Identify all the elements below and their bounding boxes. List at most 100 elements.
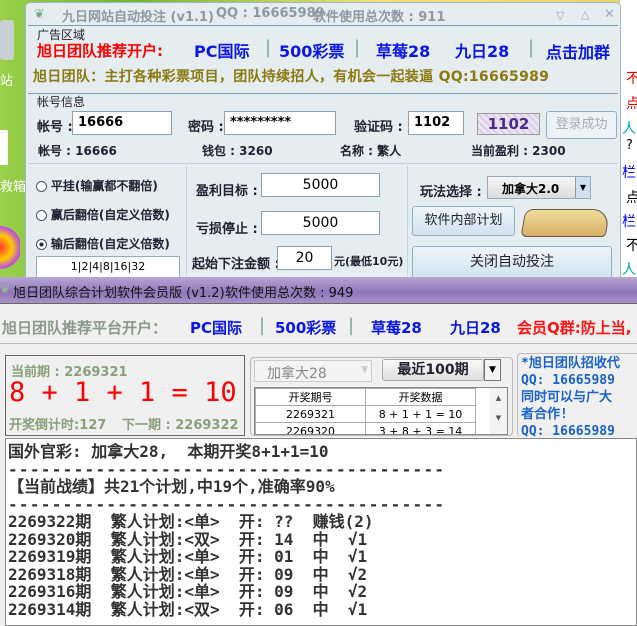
password-label: 密码 : bbox=[188, 120, 224, 135]
column-header: 开奖数据 bbox=[365, 388, 476, 406]
account-input[interactable]: 16666 bbox=[72, 111, 172, 135]
table-row[interactable]: 2269321 8 + 1 + 1 = 10 bbox=[255, 405, 476, 423]
play-mode-label: 玩法选择 : bbox=[420, 185, 482, 200]
desktop-char: 人 bbox=[622, 262, 636, 278]
chevron-down-icon[interactable]: ▼ bbox=[361, 365, 368, 375]
draw-result: 8 + 1 + 1 = 10 bbox=[9, 377, 237, 408]
table-scrollbar[interactable]: ▲ ▼ bbox=[490, 388, 507, 434]
login-button[interactable]: 登录成功 bbox=[546, 111, 617, 139]
captcha-label: 验证码 : bbox=[354, 120, 403, 135]
plan-log[interactable]: 国外官彩: 加拿大28, 本期开奖8+1+1=10 --------------… bbox=[5, 438, 637, 626]
log-row: 2269316期 繁人计划:<单> 开: 09 中 √2 bbox=[8, 582, 368, 601]
ad-link-jiuri[interactable]: 九日28 bbox=[450, 317, 501, 338]
log-header: 国外官彩: 加拿大28, 本期开奖8+1+1=10 bbox=[8, 442, 329, 461]
radio-checked-icon bbox=[36, 239, 47, 250]
ad-link-pc[interactable]: PC国际 bbox=[194, 38, 249, 62]
info-account: 帐号 : 16666 bbox=[38, 144, 117, 158]
cell-period: 2269320 bbox=[255, 422, 366, 434]
play-mode-select[interactable]: 加拿大2.0 ▼ bbox=[487, 176, 591, 199]
ad-link-jiuri[interactable]: 九日28 bbox=[455, 38, 509, 62]
history-panel: 加拿大28 ▼ 最近100期 ▼ 开奖期号 开奖数据 2269321 8 + 1 +… bbox=[250, 357, 513, 436]
ad-link-500[interactable]: 500彩票 bbox=[275, 317, 336, 338]
radio-label: 输后翻倍(自定义倍数) bbox=[50, 237, 170, 251]
password-input[interactable]: ********* bbox=[224, 111, 336, 135]
radio-double-after-loss[interactable]: 输后翻倍(自定义倍数) bbox=[36, 235, 170, 252]
window-qq: QQ : 16665989 bbox=[216, 6, 325, 21]
start-bet-label: 起始下注金额 : bbox=[192, 257, 280, 272]
range-select[interactable]: 最近100期 bbox=[382, 359, 484, 381]
profit-target-input[interactable]: 5000 bbox=[261, 173, 380, 197]
chevron-down-icon[interactable]: ▼ bbox=[484, 359, 501, 381]
play-mode-value: 加拿大2.0 bbox=[502, 182, 560, 196]
start-bet-input[interactable]: 20 bbox=[277, 246, 332, 270]
cell-result: 3 + 8 + 3 = 14 bbox=[365, 422, 476, 434]
close-icon[interactable]: ✕ bbox=[604, 7, 615, 22]
notice-line: QQ: 16665989 bbox=[521, 373, 615, 388]
log-row: 2269322期 繁人计划:<单> 开: ?? 赚钱(2) bbox=[8, 512, 374, 531]
desktop-label[interactable]: 站 bbox=[0, 70, 13, 89]
profit-target-label: 盈利目标 : bbox=[196, 184, 258, 199]
maximize-icon[interactable]: △ bbox=[581, 8, 589, 21]
ad-prefix: 旭日团队推荐平台开户： bbox=[2, 319, 168, 337]
separator: | bbox=[259, 315, 266, 336]
lottery-select[interactable]: 加拿大28 ▼ bbox=[254, 360, 372, 382]
radio-icon bbox=[36, 210, 47, 221]
desktop-char: ? bbox=[626, 138, 633, 153]
title-bar: ❦ 旭日团队综合计划软件会员版 (v1.2) 软件使用总次数 : 949 bbox=[0, 277, 637, 304]
separator: | bbox=[528, 37, 535, 58]
close-auto-bet-button[interactable]: 关闭自动投注 bbox=[412, 246, 612, 280]
ad-link-pc[interactable]: PC国际 bbox=[190, 317, 242, 338]
recycle-bin-icon[interactable] bbox=[0, 20, 14, 60]
log-divider: ---------------------------------------- bbox=[8, 459, 446, 479]
info-wallet: 钱包 : 3260 bbox=[202, 144, 273, 158]
document-icon[interactable] bbox=[0, 130, 8, 165]
column-header: 开奖期号 bbox=[255, 388, 366, 406]
table-header: 开奖期号 开奖数据 bbox=[255, 388, 476, 406]
app-leaf-icon: ❦ bbox=[34, 7, 45, 22]
stop-loss-input[interactable]: 5000 bbox=[261, 211, 380, 235]
log-row: 2269314期 繁人计划:<双> 开: 06 中 √1 bbox=[8, 599, 368, 619]
desktop-char: 点 bbox=[626, 96, 637, 112]
chevron-down-icon[interactable]: ▼ bbox=[575, 177, 590, 198]
desktop-char: 人 bbox=[622, 121, 636, 137]
radio-flat[interactable]: 平挂(输赢都不翻倍) bbox=[36, 177, 158, 194]
minimize-icon[interactable]: ▽ bbox=[556, 9, 564, 22]
internal-plan-button[interactable]: 软件内部计划 bbox=[412, 206, 515, 236]
radio-label: 赢后翻倍(自定义倍数) bbox=[50, 208, 170, 222]
ad-link-caomei[interactable]: 草莓28 bbox=[376, 38, 430, 62]
radio-double-after-win[interactable]: 赢后翻倍(自定义倍数) bbox=[36, 206, 170, 223]
app-leaf-icon: ❦ bbox=[0, 282, 11, 296]
window-usage: 软件使用总次数 : 949 bbox=[225, 286, 354, 301]
log-divider: ---------------------------------------- bbox=[8, 494, 446, 514]
separator: | bbox=[354, 37, 361, 58]
captcha-image[interactable]: 1102 bbox=[477, 113, 540, 135]
window-usage: 软件使用总次数 : 911 bbox=[313, 10, 446, 25]
start-bet-note: 元(最低10元) bbox=[334, 255, 404, 268]
auto-bet-window: ❦ 九日网站自动投注 (v1.1) QQ : 16665989 软件使用总次数 … bbox=[25, 2, 621, 292]
flower-icon[interactable] bbox=[0, 225, 20, 270]
notice-line: 者合作! bbox=[521, 407, 568, 422]
desktop-window-edge: 不 点 人 ? 栏 点 栏 不 人 bbox=[620, 0, 637, 290]
captcha-input[interactable]: 1102 bbox=[408, 111, 464, 135]
slogan: 旭日团队：主打各种彩票项目，团队持续招人，有机会一起装逼 QQ:16665989 bbox=[33, 69, 550, 85]
member-group-text[interactable]: 会员Q群:防上当, bbox=[517, 317, 631, 338]
current-draw-panel: 当前期 : 2269321 8 + 1 + 1 = 10 开奖倒计时:127 下… bbox=[5, 355, 245, 436]
table-row[interactable]: 2269320 3 + 8 + 3 = 14 bbox=[255, 422, 476, 434]
window-title: 旭日团队综合计划软件会员版 (v1.2) bbox=[13, 286, 225, 301]
log-row: 2269319期 繁人计划:<单> 开: 01 中 √1 bbox=[8, 547, 368, 566]
desktop-char: 不 bbox=[626, 71, 637, 87]
ad-link-join-group[interactable]: 点击加群 bbox=[546, 39, 610, 63]
log-row: 2269320期 繁人计划:<双> 开: 14 中 √1 bbox=[8, 529, 368, 549]
desktop-char: 栏 bbox=[622, 165, 636, 181]
multiplier-list[interactable]: 1|2|4|8|16|32 bbox=[36, 256, 180, 278]
history-table: 开奖期号 开奖数据 2269321 8 + 1 + 1 = 10 2269320 3 … bbox=[254, 387, 508, 435]
desktop-label[interactable]: 救箱 bbox=[0, 176, 26, 195]
radio-label: 平挂(输赢都不翻倍) bbox=[50, 179, 158, 193]
next-period: 下一期 : 2269322 bbox=[122, 418, 239, 433]
account-label: 帐号 : bbox=[37, 120, 73, 135]
countdown: 开奖倒计时:127 bbox=[9, 418, 107, 433]
radio-icon bbox=[36, 181, 47, 192]
ad-link-caomei[interactable]: 草莓28 bbox=[371, 317, 422, 338]
ad-link-500[interactable]: 500彩票 bbox=[279, 38, 344, 62]
lottery-select-value: 加拿大28 bbox=[267, 366, 327, 382]
